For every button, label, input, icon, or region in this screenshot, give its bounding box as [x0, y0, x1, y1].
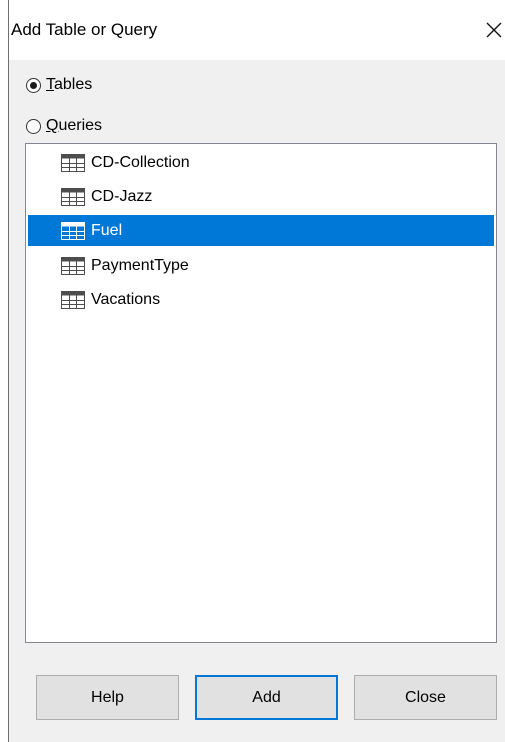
- add-table-or-query-dialog: Add Table or Query Tables Queries CD-Col…: [8, 0, 505, 742]
- table-icon: [61, 256, 85, 275]
- list-item-cd-collection[interactable]: CD-Collection: [28, 147, 494, 178]
- tables-radio-option[interactable]: Tables: [26, 73, 92, 97]
- list-item-label: CD-Jazz: [91, 187, 153, 205]
- table-icon: [61, 187, 85, 206]
- help-button-label: Help: [91, 688, 124, 706]
- queries-radio-label: Queries: [46, 117, 103, 134]
- help-button[interactable]: Help: [36, 675, 179, 720]
- table-list[interactable]: CD-Collection CD-Jazz Fuel PaymentType V…: [25, 143, 497, 643]
- close-icon[interactable]: [483, 19, 505, 41]
- close-button[interactable]: Close: [354, 675, 497, 720]
- queries-radio-option[interactable]: Queries: [26, 114, 102, 138]
- list-item-cd-jazz[interactable]: CD-Jazz: [28, 181, 494, 212]
- table-icon: [61, 153, 85, 172]
- tables-radio-label: Tables: [46, 76, 93, 93]
- list-item-label: Fuel: [91, 221, 123, 239]
- add-button[interactable]: Add: [195, 675, 338, 720]
- list-item-paymenttype[interactable]: PaymentType: [28, 250, 494, 281]
- tables-radio-button[interactable]: [26, 77, 41, 93]
- table-icon: [61, 221, 85, 240]
- list-item-label: Vacations: [91, 290, 161, 308]
- queries-radio-button[interactable]: [26, 118, 41, 134]
- dialog-title-bar: Add Table or Query: [9, 0, 505, 60]
- list-item-fuel[interactable]: Fuel: [28, 215, 494, 246]
- add-button-label: Add: [252, 688, 281, 706]
- list-item-label: PaymentType: [91, 256, 189, 274]
- table-icon: [61, 290, 85, 309]
- dialog-title: Add Table or Query: [11, 20, 158, 39]
- close-button-label: Close: [405, 688, 446, 706]
- list-item-vacations[interactable]: Vacations: [28, 284, 494, 315]
- list-item-label: CD-Collection: [91, 153, 190, 171]
